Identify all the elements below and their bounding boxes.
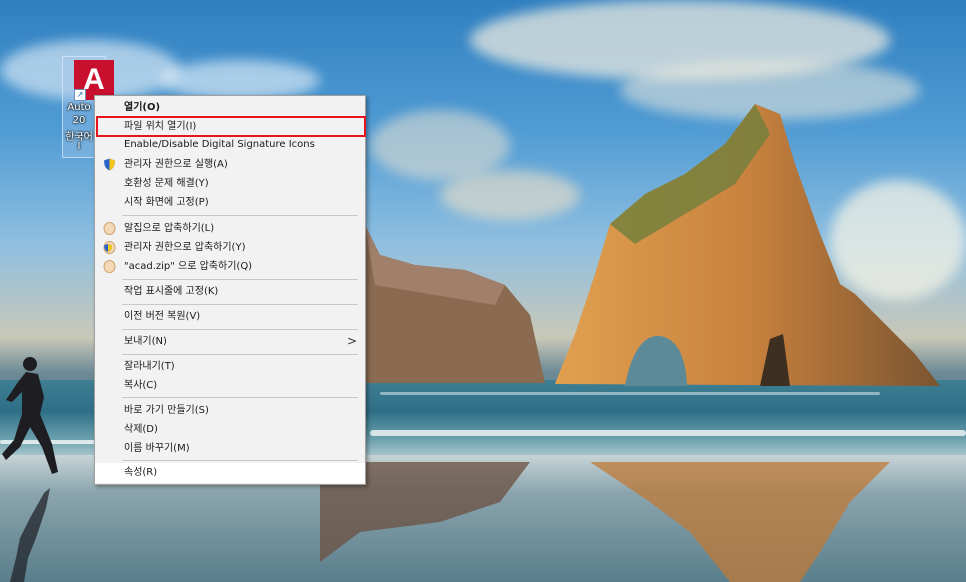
menu-item-compress-to-acad-zip[interactable]: "acad.zip" 으로 압축하기(Q) [95, 257, 365, 276]
uac-shield-icon [104, 158, 115, 171]
alzip-icon [103, 222, 116, 235]
menu-item-alzip-admin-compress[interactable]: 관리자 권한으로 압축하기(Y) [95, 238, 365, 257]
menu-item-label: Enable/Disable Digital Signature Icons [124, 139, 315, 150]
menu-item-label: "acad.zip" 으로 압축하기(Q) [124, 261, 253, 272]
menu-item-pin-to-taskbar[interactable]: 작업 표시줄에 고정(K) [95, 282, 365, 301]
menu-item-delete[interactable]: 삭제(D) [95, 420, 365, 439]
menu-separator [122, 215, 358, 216]
cloud [160, 60, 320, 100]
menu-separator [122, 279, 358, 280]
menu-item-label: 이전 버전 복원(V) [124, 311, 201, 322]
menu-item-open[interactable]: 열기(O) [95, 98, 365, 117]
chevron-right-icon: > [346, 334, 357, 348]
desktop-wallpaper[interactable]: A ↗ Auto 20 한국어 I 열기(O) 파일 위치 열기(I) Enab… [0, 0, 966, 582]
menu-item-properties[interactable]: 속성(R) [95, 463, 365, 483]
desktop-icon-label-line-1: Auto [67, 102, 91, 113]
menu-item-run-as-admin[interactable]: 관리자 권한으로 실행(A) [95, 155, 365, 174]
menu-item-label: 관리자 권한으로 실행(A) [124, 159, 228, 170]
menu-item-create-shortcut[interactable]: 바로 가기 만들기(S) [95, 401, 365, 420]
runner-reflection [10, 488, 50, 582]
menu-item-restore-previous-versions[interactable]: 이전 버전 복원(V) [95, 307, 365, 326]
menu-separator [122, 354, 358, 355]
menu-item-digital-signature-icons[interactable]: Enable/Disable Digital Signature Icons [95, 136, 365, 153]
menu-item-label: 삭제(D) [124, 424, 158, 435]
menu-item-label: 열기(O) [124, 102, 161, 113]
menu-item-label: 속성(R) [124, 467, 158, 478]
menu-item-label: 복사(C) [124, 380, 158, 391]
left-rock [355, 225, 545, 383]
menu-separator [122, 460, 358, 461]
menu-item-label: 바로 가기 만들기(S) [124, 405, 209, 416]
menu-item-rename[interactable]: 이름 바꾸기(M) [95, 439, 365, 458]
menu-item-label: 작업 표시줄에 고정(K) [124, 286, 219, 297]
menu-item-cut[interactable]: 잘라내기(T) [95, 357, 365, 376]
alzip-icon [103, 260, 116, 273]
rock-reflection [590, 462, 890, 582]
runner-silhouette [2, 357, 58, 474]
arch-rock [555, 104, 940, 386]
menu-separator [122, 397, 358, 398]
menu-item-label: 이름 바꾸기(M) [124, 443, 190, 454]
menu-item-label: 호환성 문제 해결(Y) [124, 178, 209, 189]
menu-item-pin-to-start[interactable]: 시작 화면에 고정(P) [95, 193, 365, 212]
menu-separator [122, 329, 358, 330]
menu-item-label: 알집으로 압축하기(L) [124, 223, 215, 234]
menu-item-copy[interactable]: 복사(C) [95, 376, 365, 395]
menu-item-send-to[interactable]: 보내기(N) > [95, 332, 365, 351]
menu-item-label: 잘라내기(T) [124, 361, 175, 372]
menu-separator [122, 304, 358, 305]
annotation-highlight-box [96, 116, 366, 137]
desktop-icon-label-line-4: I [77, 141, 81, 152]
wave-foam [370, 430, 966, 436]
menu-item-alzip-compress[interactable]: 알집으로 압축하기(L) [95, 219, 365, 238]
cloud [370, 110, 510, 180]
menu-item-label: 시작 화면에 고정(P) [124, 197, 209, 208]
shortcut-arrow-icon: ↗ [74, 89, 86, 101]
menu-item-troubleshoot-compatibility[interactable]: 호환성 문제 해결(Y) [95, 174, 365, 193]
menu-item-label: 보내기(N) [124, 336, 167, 347]
menu-item-label: 관리자 권한으로 압축하기(Y) [124, 242, 246, 253]
context-menu: 열기(O) 파일 위치 열기(I) Enable/Disable Digital… [94, 95, 366, 485]
wave-foam [380, 392, 880, 395]
desktop-icon-label-line-2: 20 [72, 115, 86, 126]
uac-shield-alzip-icon [103, 241, 116, 254]
